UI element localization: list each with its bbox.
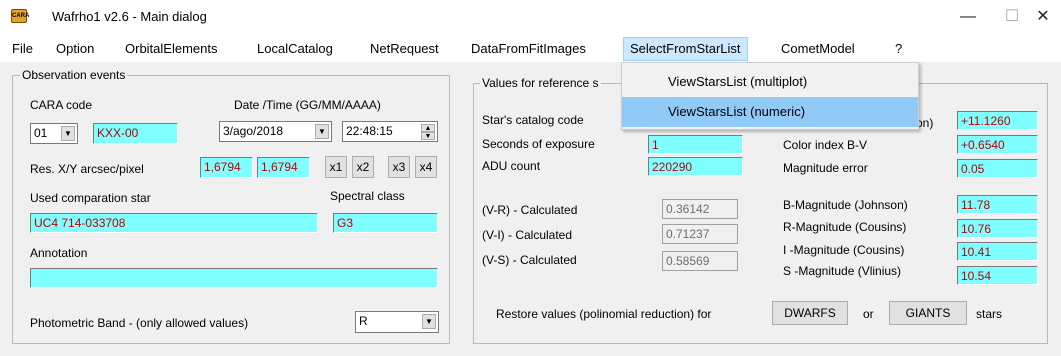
photometric-band-select[interactable]: R ▼ xyxy=(355,311,439,333)
vr-calculated-field: 0.36142 xyxy=(662,199,738,219)
b-magnitude-field[interactable]: 11.78 xyxy=(957,195,1038,214)
comp-star-field[interactable]: UC4 714-033708 xyxy=(30,213,318,233)
s-magnitude-label: S -Magnitude (Vlinius) xyxy=(783,264,902,278)
s-magnitude-field[interactable]: 10.54 xyxy=(957,266,1038,285)
zoom-x4-button[interactable]: x4 xyxy=(415,156,437,178)
date-picker[interactable]: 3/ago/2018 ▼ xyxy=(219,121,332,142)
menu-data-from-fit-images[interactable]: DataFromFitImages xyxy=(471,41,586,56)
spin-up-icon[interactable]: ▲ xyxy=(421,124,435,132)
catalog-code-label: Star's catalog code xyxy=(482,113,584,127)
zoom-x1-button[interactable]: x1 xyxy=(325,156,347,178)
cara-code-select[interactable]: 01 ▼ xyxy=(30,123,78,144)
cara-code-label: CARA code xyxy=(30,98,93,112)
vi-calculated-field: 0.71237 xyxy=(662,224,738,244)
spin-down-icon[interactable]: ▼ xyxy=(421,132,435,140)
stars-label: stars xyxy=(976,307,1003,321)
photometric-band-value: R xyxy=(359,314,368,328)
b-magnitude-label: B-Magnitude (Johnson) xyxy=(783,198,908,212)
vs-calculated-field: 0.58569 xyxy=(662,251,738,271)
time-value: 22:48:15 xyxy=(346,124,393,138)
chevron-down-icon: ▼ xyxy=(422,314,436,329)
zoom-x2-button[interactable]: x2 xyxy=(352,156,374,178)
v-magnitude-field[interactable]: +11.1260 xyxy=(957,111,1038,130)
magnitude-error-field[interactable]: 0.05 xyxy=(957,159,1038,178)
giants-button[interactable]: GIANTS xyxy=(889,301,967,325)
observation-events-group xyxy=(12,75,450,344)
i-magnitude-field[interactable]: 10.41 xyxy=(957,242,1038,261)
res-label: Res. X/Y arcsec/pixel xyxy=(30,162,144,176)
res-y-field[interactable]: 1,6794 xyxy=(257,157,310,178)
chevron-down-icon: ▼ xyxy=(315,124,329,139)
cara-code-value: 01 xyxy=(34,126,48,140)
photometric-band-label: Photometric Band - (only allowed values) xyxy=(30,316,249,330)
window-title: Wafrho1 v2.6 - Main dialog xyxy=(52,9,207,24)
menu-option[interactable]: Option xyxy=(56,41,94,56)
restore-values-label: Restore values (polinomial reduction) fo… xyxy=(496,307,712,321)
app-icon: CARA xyxy=(11,9,29,23)
menu-local-catalog[interactable]: LocalCatalog xyxy=(257,41,333,56)
reference-values-legend: Values for reference s xyxy=(480,76,601,90)
r-magnitude-label: R-Magnitude (Cousins) xyxy=(783,220,907,234)
view-stars-list-numeric-item[interactable]: ViewStarsList (numeric) xyxy=(622,97,918,127)
res-x-field[interactable]: 1,6794 xyxy=(200,157,253,178)
menu-net-request[interactable]: NetRequest xyxy=(370,41,439,56)
i-magnitude-label: I -Magnitude (Cousins) xyxy=(783,243,905,257)
annotation-field[interactable] xyxy=(30,268,438,288)
date-value: 3/ago/2018 xyxy=(223,124,284,138)
chevron-down-icon: ▼ xyxy=(61,126,75,141)
vi-calculated-label: (V-I) - Calculated xyxy=(482,228,573,242)
menu-file[interactable]: File xyxy=(12,41,33,56)
minimize-button[interactable]: — xyxy=(957,8,979,28)
magnitude-error-label: Magnitude error xyxy=(783,161,868,175)
observation-events-legend: Observation events xyxy=(20,68,128,82)
seconds-exposure-field[interactable]: 1 xyxy=(648,135,743,154)
zoom-x3-button[interactable]: x3 xyxy=(388,156,410,178)
menu-select-from-star-list[interactable]: SelectFromStarList xyxy=(623,37,748,61)
spectral-class-label: Spectral class xyxy=(330,189,405,203)
menu-comet-model[interactable]: CometModel xyxy=(781,41,855,56)
cara-code-field[interactable]: KXX-00 xyxy=(93,123,178,144)
vs-calculated-label: (V-S) - Calculated xyxy=(482,253,577,267)
r-magnitude-field[interactable]: 10.76 xyxy=(957,219,1038,238)
menu-help[interactable]: ? xyxy=(895,41,902,56)
seconds-exposure-label: Seconds of exposure xyxy=(482,137,595,151)
time-field[interactable]: 22:48:15 ▲ ▼ xyxy=(342,121,438,142)
vr-calculated-label: (V-R) - Calculated xyxy=(482,203,578,217)
adu-count-field[interactable]: 220290 xyxy=(648,157,743,176)
select-from-star-list-dropdown: ViewStarsList (multiplot) ViewStarsList … xyxy=(621,62,919,130)
menu-orbital-elements[interactable]: OrbitalElements xyxy=(125,41,217,56)
color-index-label: Color index B-V xyxy=(783,138,868,152)
close-button[interactable]: ✕ xyxy=(1032,8,1054,28)
view-stars-list-multiplot-item[interactable]: ViewStarsList (multiplot) xyxy=(622,67,918,97)
datetime-label: Date /Time (GG/MM/AAAA) xyxy=(234,98,381,112)
dwarfs-button[interactable]: DWARFS xyxy=(772,301,848,325)
spectral-class-field[interactable]: G3 xyxy=(333,213,438,233)
or-label: or xyxy=(863,307,874,321)
comp-star-label: Used comparation star xyxy=(30,191,151,205)
annotation-label: Annotation xyxy=(30,246,88,260)
color-index-field[interactable]: +0.6540 xyxy=(957,135,1038,154)
adu-count-label: ADU count xyxy=(482,159,541,173)
maximize-button[interactable]: ☐ xyxy=(1001,8,1023,28)
